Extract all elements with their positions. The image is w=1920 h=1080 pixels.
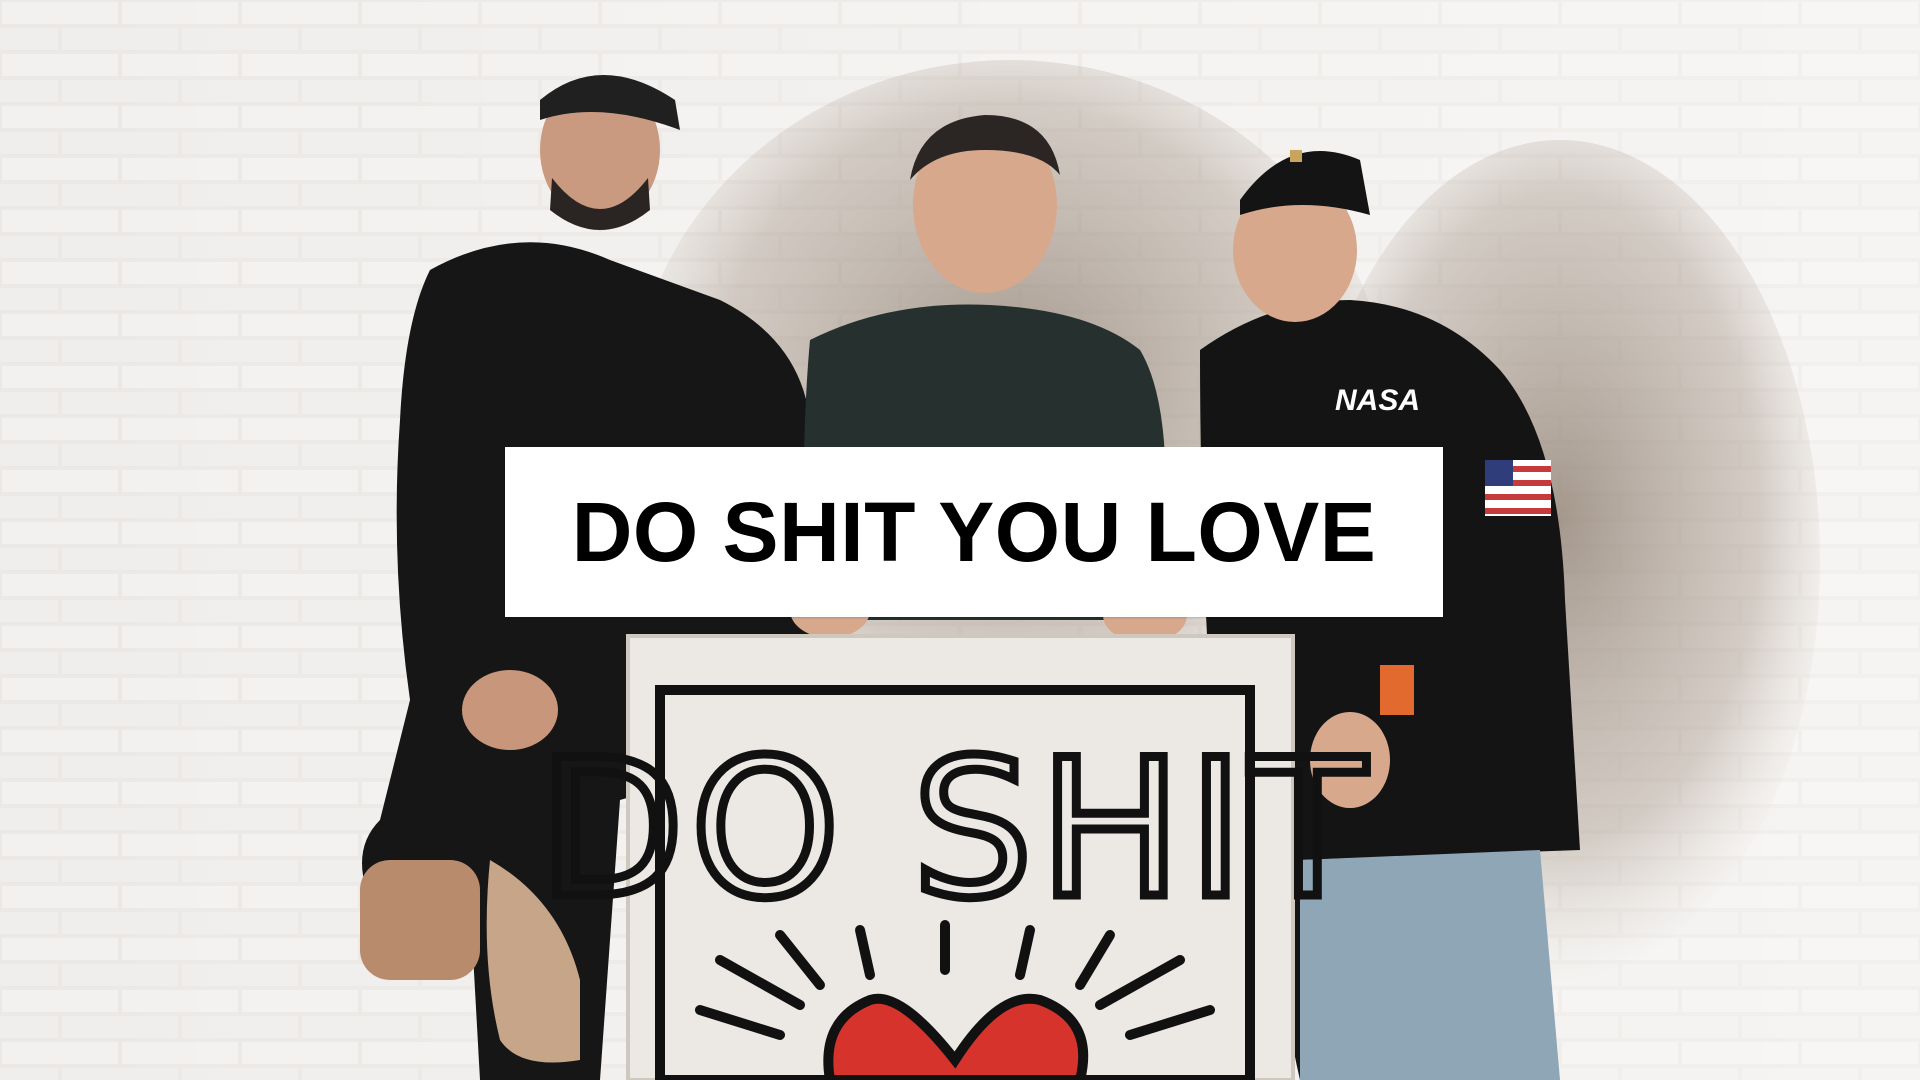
caption-banner: DO SHIT YOU LOVE <box>505 447 1443 617</box>
sign-text: DO SHIT <box>538 719 1372 940</box>
caption-text: DO SHIT YOU LOVE <box>571 484 1377 579</box>
nasa-logo: NASA <box>1335 384 1420 417</box>
painted-sign: DO SHIT <box>534 634 1372 1080</box>
flag-patch <box>1485 460 1551 516</box>
